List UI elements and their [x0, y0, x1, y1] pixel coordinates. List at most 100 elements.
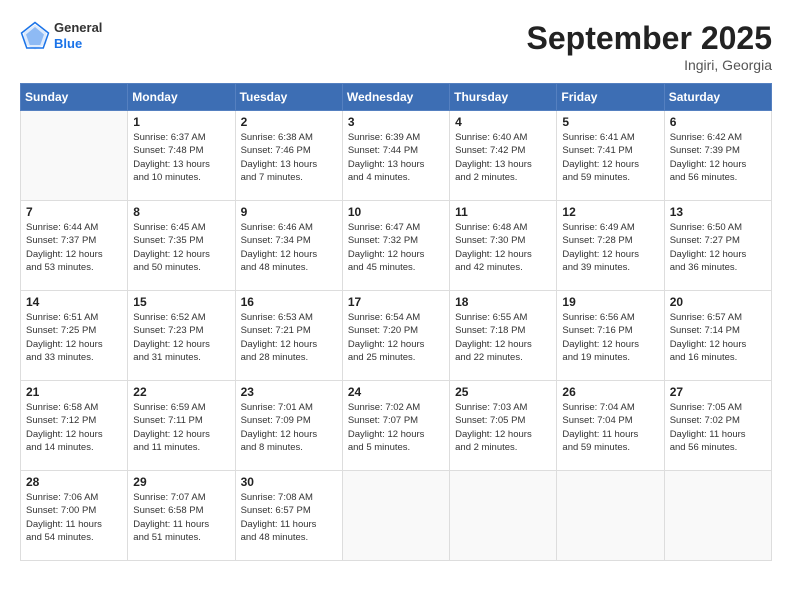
calendar-cell: 28Sunrise: 7:06 AMSunset: 7:00 PMDayligh… [21, 471, 128, 561]
day-number: 25 [455, 385, 551, 399]
calendar-cell: 29Sunrise: 7:07 AMSunset: 6:58 PMDayligh… [128, 471, 235, 561]
day-number: 30 [241, 475, 337, 489]
logo: General Blue [20, 20, 102, 51]
day-number: 3 [348, 115, 444, 129]
day-number: 14 [26, 295, 122, 309]
day-info: Sunrise: 6:37 AMSunset: 7:48 PMDaylight:… [133, 131, 229, 184]
weekday-header-thursday: Thursday [450, 84, 557, 111]
calendar-cell [21, 111, 128, 201]
calendar-cell: 11 Sunrise: 6:48 AMSunset: 7:30 PMDayligh… [450, 201, 557, 291]
calendar-cell: 8 Sunrise: 6:45 AMSunset: 7:35 PMDaylight… [128, 201, 235, 291]
day-info: Sunrise: 6:46 AMSunset: 7:34 PMDaylight:… [241, 221, 337, 274]
calendar-cell: 20 Sunrise: 6:57 AMSunset: 7:14 PMDayligh… [664, 291, 771, 381]
calendar-cell: 25 Sunrise: 7:03 AMSunset: 7:05 PMDayligh… [450, 381, 557, 471]
day-number: 5 [562, 115, 658, 129]
day-info: Sunrise: 6:59 AMSunset: 7:11 PMDaylight:… [133, 401, 229, 454]
logo-blue-text: Blue [54, 36, 102, 52]
weekday-header-monday: Monday [128, 84, 235, 111]
day-number: 28 [26, 475, 122, 489]
weekday-header-wednesday: Wednesday [342, 84, 449, 111]
day-number: 18 [455, 295, 551, 309]
day-number: 21 [26, 385, 122, 399]
day-number: 2 [241, 115, 337, 129]
calendar-cell: 27Sunrise: 7:05 AMSunset: 7:02 PMDayligh… [664, 381, 771, 471]
day-number: 11 [455, 205, 551, 219]
day-info: Sunrise: 6:53 AMSunset: 7:21 PMDaylight:… [241, 311, 337, 364]
calendar-cell: 10 Sunrise: 6:47 AMSunset: 7:32 PMDayligh… [342, 201, 449, 291]
calendar-cell: 24Sunrise: 7:02 AMSunset: 7:07 PMDayligh… [342, 381, 449, 471]
calendar-cell: 2 Sunrise: 6:38 AMSunset: 7:46 PMDaylight… [235, 111, 342, 201]
calendar-cell: 23Sunrise: 7:01 AMSunset: 7:09 PMDayligh… [235, 381, 342, 471]
calendar-cell: 5 Sunrise: 6:41 AMSunset: 7:41 PMDaylight… [557, 111, 664, 201]
day-number: 20 [670, 295, 766, 309]
day-info: Sunrise: 7:04 AMSunset: 7:04 PMDaylight:… [562, 401, 658, 454]
day-number: 1 [133, 115, 229, 129]
calendar-cell: 6 Sunrise: 6:42 AMSunset: 7:39 PMDaylight… [664, 111, 771, 201]
day-number: 22 [133, 385, 229, 399]
day-info: Sunrise: 7:03 AMSunset: 7:05 PMDaylight:… [455, 401, 551, 454]
week-row-5: 28Sunrise: 7:06 AMSunset: 7:00 PMDayligh… [21, 471, 772, 561]
day-info: Sunrise: 6:58 AMSunset: 7:12 PMDaylight:… [26, 401, 122, 454]
week-row-2: 7 Sunrise: 6:44 AMSunset: 7:37 PMDaylight… [21, 201, 772, 291]
day-info: Sunrise: 6:38 AMSunset: 7:46 PMDaylight:… [241, 131, 337, 184]
day-number: 17 [348, 295, 444, 309]
day-info: Sunrise: 6:42 AMSunset: 7:39 PMDaylight:… [670, 131, 766, 184]
day-number: 6 [670, 115, 766, 129]
day-number: 15 [133, 295, 229, 309]
calendar-cell: 21 Sunrise: 6:58 AMSunset: 7:12 PMDayligh… [21, 381, 128, 471]
day-info: Sunrise: 6:48 AMSunset: 7:30 PMDaylight:… [455, 221, 551, 274]
calendar-cell: 19 Sunrise: 6:56 AMSunset: 7:16 PMDayligh… [557, 291, 664, 381]
day-info: Sunrise: 7:08 AMSunset: 6:57 PMDaylight:… [241, 491, 337, 544]
day-info: Sunrise: 6:49 AMSunset: 7:28 PMDaylight:… [562, 221, 658, 274]
day-info: Sunrise: 6:52 AMSunset: 7:23 PMDaylight:… [133, 311, 229, 364]
calendar-cell: 26 Sunrise: 7:04 AMSunset: 7:04 PMDayligh… [557, 381, 664, 471]
calendar-table: SundayMondayTuesdayWednesdayThursdayFrid… [20, 83, 772, 561]
page-header: General Blue September 2025 Ingiri, Geor… [20, 20, 772, 73]
day-number: 8 [133, 205, 229, 219]
day-number: 24 [348, 385, 444, 399]
day-number: 19 [562, 295, 658, 309]
day-info: Sunrise: 6:45 AMSunset: 7:35 PMDaylight:… [133, 221, 229, 274]
calendar-cell: 9 Sunrise: 6:46 AMSunset: 7:34 PMDaylight… [235, 201, 342, 291]
calendar-cell: 18Sunrise: 6:55 AMSunset: 7:18 PMDayligh… [450, 291, 557, 381]
calendar-cell: 16 Sunrise: 6:53 AMSunset: 7:21 PMDayligh… [235, 291, 342, 381]
day-number: 23 [241, 385, 337, 399]
day-info: Sunrise: 7:05 AMSunset: 7:02 PMDaylight:… [670, 401, 766, 454]
calendar-cell: 14 Sunrise: 6:51 AMSunset: 7:25 PMDayligh… [21, 291, 128, 381]
day-info: Sunrise: 6:39 AMSunset: 7:44 PMDaylight:… [348, 131, 444, 184]
day-number: 7 [26, 205, 122, 219]
day-number: 9 [241, 205, 337, 219]
day-number: 4 [455, 115, 551, 129]
weekday-header-row: SundayMondayTuesdayWednesdayThursdayFrid… [21, 84, 772, 111]
day-number: 29 [133, 475, 229, 489]
calendar-cell: 7 Sunrise: 6:44 AMSunset: 7:37 PMDaylight… [21, 201, 128, 291]
calendar-cell [664, 471, 771, 561]
calendar-cell: 30 Sunrise: 7:08 AMSunset: 6:57 PMDayligh… [235, 471, 342, 561]
day-info: Sunrise: 6:47 AMSunset: 7:32 PMDaylight:… [348, 221, 444, 274]
calendar-cell: 15 Sunrise: 6:52 AMSunset: 7:23 PMDayligh… [128, 291, 235, 381]
calendar-cell [450, 471, 557, 561]
week-row-4: 21 Sunrise: 6:58 AMSunset: 7:12 PMDayligh… [21, 381, 772, 471]
day-info: Sunrise: 6:51 AMSunset: 7:25 PMDaylight:… [26, 311, 122, 364]
day-info: Sunrise: 6:57 AMSunset: 7:14 PMDaylight:… [670, 311, 766, 364]
day-info: Sunrise: 6:40 AMSunset: 7:42 PMDaylight:… [455, 131, 551, 184]
week-row-1: 1 Sunrise: 6:37 AMSunset: 7:48 PMDaylight… [21, 111, 772, 201]
day-number: 12 [562, 205, 658, 219]
calendar-cell: 12 Sunrise: 6:49 AMSunset: 7:28 PMDayligh… [557, 201, 664, 291]
day-number: 16 [241, 295, 337, 309]
calendar-cell: 17 Sunrise: 6:54 AMSunset: 7:20 PMDayligh… [342, 291, 449, 381]
day-number: 10 [348, 205, 444, 219]
week-row-3: 14 Sunrise: 6:51 AMSunset: 7:25 PMDayligh… [21, 291, 772, 381]
day-info: Sunrise: 6:44 AMSunset: 7:37 PMDaylight:… [26, 221, 122, 274]
day-info: Sunrise: 6:54 AMSunset: 7:20 PMDaylight:… [348, 311, 444, 364]
calendar-cell [342, 471, 449, 561]
day-number: 26 [562, 385, 658, 399]
day-info: Sunrise: 6:41 AMSunset: 7:41 PMDaylight:… [562, 131, 658, 184]
weekday-header-tuesday: Tuesday [235, 84, 342, 111]
day-info: Sunrise: 6:56 AMSunset: 7:16 PMDaylight:… [562, 311, 658, 364]
calendar-cell: 3 Sunrise: 6:39 AMSunset: 7:44 PMDaylight… [342, 111, 449, 201]
weekday-header-sunday: Sunday [21, 84, 128, 111]
calendar-cell: 22 Sunrise: 6:59 AMSunset: 7:11 PMDayligh… [128, 381, 235, 471]
weekday-header-saturday: Saturday [664, 84, 771, 111]
calendar-cell: 1 Sunrise: 6:37 AMSunset: 7:48 PMDaylight… [128, 111, 235, 201]
